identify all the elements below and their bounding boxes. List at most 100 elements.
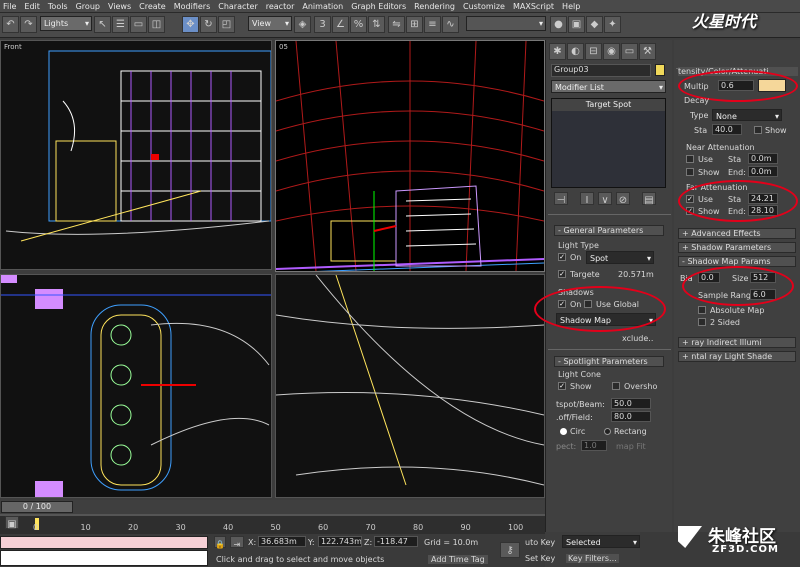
configure-modifier-sets-icon[interactable]: ▤	[642, 192, 656, 206]
mirror-icon[interactable]: ⇋	[388, 16, 405, 33]
viewport-perspective[interactable]: 05	[275, 40, 545, 272]
menu-item-reactor[interactable]: reactor	[266, 2, 295, 11]
bitmap-fit-button[interactable]: map Fit	[616, 442, 646, 451]
auto-key-button[interactable]: uto Key	[525, 538, 555, 547]
circle-radio[interactable]	[560, 428, 567, 435]
z-coordinate-field[interactable]: -118.47	[374, 536, 418, 547]
time-slider-track[interactable]: 0 / 100	[0, 500, 545, 514]
create-tab-icon[interactable]: ✱	[549, 43, 566, 60]
modifier-list-dropdown[interactable]: Modifier List	[551, 80, 666, 94]
targeted-checkbox[interactable]: ✓	[558, 270, 566, 278]
menu-item-customize[interactable]: Customize	[463, 2, 505, 11]
align-icon[interactable]: ⊞	[406, 16, 423, 33]
curve-editor-icon[interactable]: ∿	[442, 16, 459, 33]
rectangle-radio[interactable]	[604, 428, 611, 435]
show-end-result-icon[interactable]: Ⅰ	[580, 192, 594, 206]
move-icon[interactable]: ✥	[182, 16, 199, 33]
maxscript-listener[interactable]	[0, 536, 208, 549]
decay-type-dropdown[interactable]: None	[712, 109, 782, 123]
near-use-checkbox[interactable]	[686, 155, 694, 163]
selection-filter-dropdown[interactable]: Lights	[40, 16, 92, 31]
quick-render-icon[interactable]: ✦	[604, 16, 621, 33]
absolute-map-checkbox[interactable]	[698, 306, 706, 314]
menu-item-maxscript[interactable]: MAXScript	[513, 2, 554, 11]
menu-item-views[interactable]: Views	[108, 2, 131, 11]
select-by-name-icon[interactable]: ☰	[112, 16, 129, 33]
render-icon[interactable]: ◆	[586, 16, 603, 33]
light-on-checkbox[interactable]: ✓	[558, 253, 566, 261]
aspect-spinner[interactable]: 1.0	[581, 440, 607, 451]
modify-tab-icon[interactable]: ◐	[567, 43, 584, 60]
render-setup-icon[interactable]: ▣	[568, 16, 585, 33]
snap-3d-icon[interactable]: 3	[314, 16, 331, 33]
viewport-front[interactable]: Front	[0, 40, 272, 270]
viewport-left[interactable]	[275, 274, 545, 498]
stack-item[interactable]: Target Spot	[552, 99, 665, 111]
key-selection-dropdown[interactable]: Selected	[562, 535, 640, 549]
menu-item-animation[interactable]: Animation	[302, 2, 343, 11]
light-type-dropdown[interactable]: Spot	[586, 251, 654, 265]
object-color-swatch[interactable]	[655, 64, 665, 76]
reference-coordinate-dropdown[interactable]: View	[248, 16, 292, 31]
motion-tab-icon[interactable]: ◉	[603, 43, 620, 60]
advanced-effects-rollout[interactable]: + Advanced Effects	[678, 228, 796, 239]
exclude-button[interactable]: xclude..	[622, 334, 653, 343]
window-crossing-icon[interactable]: ◫	[148, 16, 165, 33]
viewport-top[interactable]	[0, 274, 272, 498]
menu-item-graph-editors[interactable]: Graph Editors	[351, 2, 406, 11]
lock-icon[interactable]: 🔒	[214, 536, 226, 549]
decay-show-checkbox[interactable]	[754, 126, 762, 134]
rotate-icon[interactable]: ↻	[200, 16, 217, 33]
named-selection-dropdown[interactable]	[466, 16, 546, 31]
menu-item-rendering[interactable]: Rendering	[414, 2, 455, 11]
key-filters-button[interactable]: Key Filters...	[566, 554, 619, 563]
x-coordinate-field[interactable]: 36.683m	[258, 536, 306, 547]
near-show-checkbox[interactable]	[686, 168, 694, 176]
y-coordinate-field[interactable]: 122.743m	[318, 536, 362, 547]
two-sided-checkbox[interactable]	[698, 318, 706, 326]
falloff-spinner[interactable]: 80.0	[611, 411, 651, 422]
menu-item-create[interactable]: Create	[139, 2, 166, 11]
display-tab-icon[interactable]: ▭	[621, 43, 638, 60]
absolute-mode-icon[interactable]: ⇥	[230, 536, 244, 549]
angle-snap-icon[interactable]: ∠	[332, 16, 349, 33]
near-end-spinner[interactable]: 0.0m	[748, 166, 778, 177]
make-unique-icon[interactable]: ∨	[598, 192, 612, 206]
hotspot-spinner[interactable]: 50.0	[611, 398, 651, 409]
redo-icon[interactable]: ↷	[20, 16, 37, 33]
select-icon[interactable]: ↖	[94, 16, 111, 33]
set-key-icon[interactable]: ⚷	[500, 542, 520, 558]
spotlight-parameters-rollout[interactable]: - Spotlight Parameters	[554, 356, 664, 367]
near-start-spinner[interactable]: 0.0m	[748, 153, 778, 164]
region-select-icon[interactable]: ▭	[130, 16, 147, 33]
shadow-parameters-rollout[interactable]: + Shadow Parameters	[678, 242, 796, 253]
menu-item-group[interactable]: Group	[76, 2, 100, 11]
menu-item-modifiers[interactable]: Modifiers	[174, 2, 211, 11]
utilities-tab-icon[interactable]: ⚒	[639, 43, 656, 60]
decay-start-spinner[interactable]: 40.0	[712, 124, 742, 135]
modifier-stack[interactable]: Target Spot	[551, 98, 666, 188]
time-slider-thumb[interactable]: 0 / 100	[1, 501, 73, 513]
layer-manager-icon[interactable]: ≡	[424, 16, 441, 33]
set-key-button[interactable]: Set Key	[525, 554, 555, 563]
object-name-field[interactable]: Group03	[551, 64, 651, 77]
mr-indirect-rollout[interactable]: + ray Indirect Illumi	[678, 337, 796, 348]
add-time-tag-button[interactable]: Add Time Tag	[428, 555, 488, 564]
menu-item-help[interactable]: Help	[562, 2, 580, 11]
overshoot-checkbox[interactable]	[612, 382, 620, 390]
remove-modifier-icon[interactable]: ⊘	[616, 192, 630, 206]
menu-item-character[interactable]: Character	[218, 2, 258, 11]
mr-shader-rollout[interactable]: + ntal ray Light Shade	[678, 351, 796, 362]
general-parameters-rollout[interactable]: - General Parameters	[554, 225, 664, 236]
percent-snap-icon[interactable]: %	[350, 16, 367, 33]
menu-item-tools[interactable]: Tools	[48, 2, 68, 11]
undo-icon[interactable]: ↶	[2, 16, 19, 33]
scale-icon[interactable]: ◰	[218, 16, 235, 33]
pin-stack-icon[interactable]: ⊣	[554, 192, 568, 206]
material-editor-icon[interactable]: ●	[550, 16, 567, 33]
hierarchy-tab-icon[interactable]: ⊟	[585, 43, 602, 60]
show-cone-checkbox[interactable]: ✓	[558, 382, 566, 390]
menu-item-edit[interactable]: Edit	[24, 2, 40, 11]
spinner-snap-icon[interactable]: ⇅	[368, 16, 385, 33]
pivot-icon[interactable]: ◈	[294, 16, 311, 33]
